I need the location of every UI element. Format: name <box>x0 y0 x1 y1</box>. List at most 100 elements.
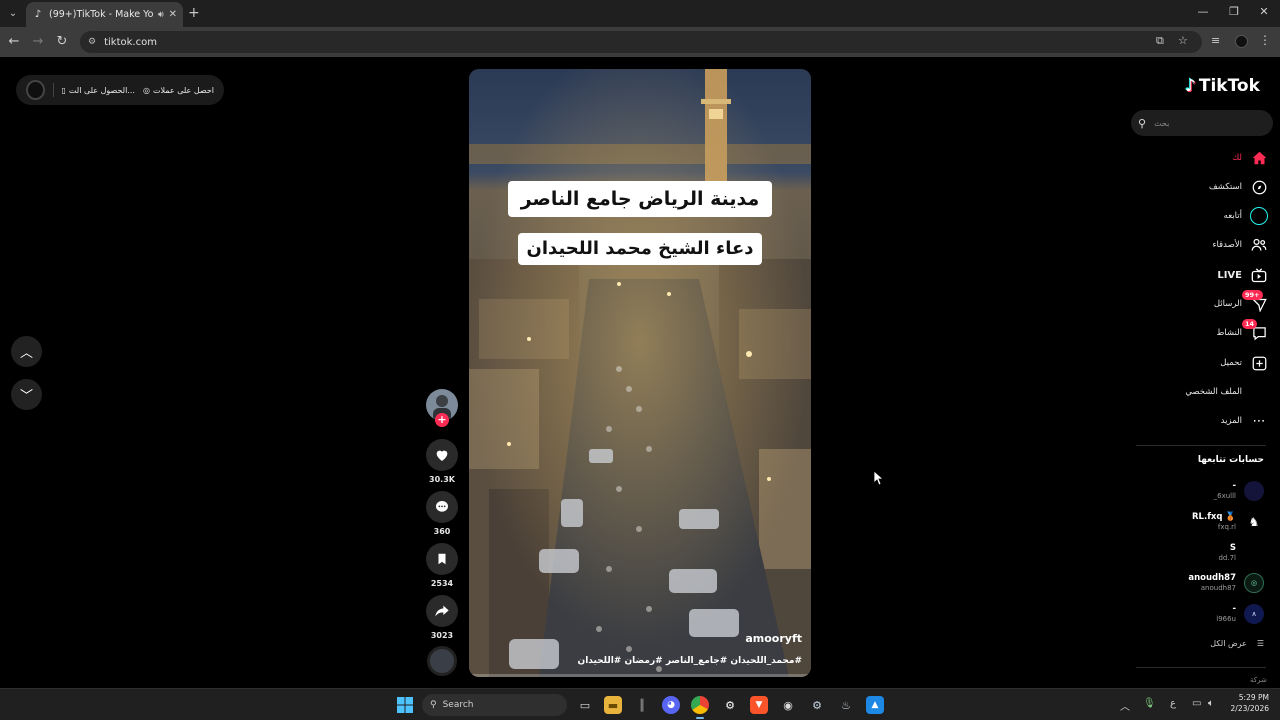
nav-for-you[interactable]: لك <box>1136 146 1268 170</box>
nav-friends[interactable]: الأصدقاء <box>1136 233 1268 257</box>
sidebar-divider <box>1136 667 1266 668</box>
nav-live[interactable]: LIVE <box>1136 263 1268 287</box>
video-caption-line1: مدينة الرياض جامع الناصر <box>508 181 772 217</box>
video-frame-image <box>469 69 811 677</box>
nav-label: تحميل <box>1220 358 1242 368</box>
audio-playing-icon[interactable]: 🔊︎ <box>158 10 164 20</box>
account-name: RL.fxq 🥉 <box>1192 512 1236 523</box>
url-field[interactable]: ⚙ tiktok.com <box>80 31 1202 53</box>
nav-profile[interactable]: الملف الشخصي <box>1136 380 1268 404</box>
music-disc-icon[interactable] <box>427 646 457 676</box>
nav-label: النشاط <box>1216 328 1242 338</box>
chrome-icon[interactable] <box>691 696 709 714</box>
next-video-button[interactable]: ﹀ <box>11 379 42 410</box>
share-count: 3023 <box>430 631 454 640</box>
network-icon[interactable]: ▭ <box>1192 698 1201 709</box>
see-all-link[interactable]: عرض الكل ☰ <box>1136 635 1264 651</box>
media-control-icon[interactable]: ≡ <box>1211 34 1220 47</box>
tiktok-logo[interactable]: ♪ TikTok <box>1185 76 1260 96</box>
user-ring-icon[interactable] <box>26 80 45 100</box>
home-icon <box>1250 149 1268 167</box>
save-button[interactable] <box>426 543 458 575</box>
nav-explore[interactable]: استكشف <box>1136 175 1268 199</box>
video-player[interactable]: مدينة الرياض جامع الناصر دعاء الشيخ محمد… <box>469 69 811 677</box>
tab-search-icon[interactable]: ⌄ <box>4 4 22 22</box>
taskbar-search-label: Search <box>442 700 474 710</box>
get-app-label: الحصول على الت... <box>68 85 135 95</box>
video-progress-bar[interactable] <box>469 674 811 677</box>
coin-icon: ◎ <box>142 85 150 95</box>
account-name: - <box>1232 604 1236 615</box>
brave-icon[interactable]: ▼ <box>750 696 768 714</box>
address-bar-row: ← → ↻ ⚙ tiktok.com ⧉ ☆ ≡ <box>0 27 1280 57</box>
input-language[interactable]: ع <box>1170 698 1176 709</box>
nav-messages[interactable]: الرسائل 99+ <box>1136 290 1268 316</box>
coins-promo-pill: ▯ الحصول على الت... ◎ احصل على عملات <box>16 75 224 105</box>
photos-icon[interactable]: ▲ <box>866 696 884 714</box>
close-tab-icon[interactable]: ✕ <box>169 9 177 20</box>
site-info-icon[interactable]: ⚙ <box>88 37 96 47</box>
reload-icon[interactable]: ↻ <box>54 34 70 49</box>
microphone-icon[interactable]: 🎙︎ <box>1143 698 1156 709</box>
nav-upload[interactable]: تحميل <box>1136 351 1268 375</box>
following-account[interactable]: - _6xulll <box>1136 477 1264 505</box>
comment-count: 360 <box>433 527 451 536</box>
windows-start-icon[interactable] <box>396 696 414 714</box>
settings-icon[interactable]: ⚙ <box>808 696 826 714</box>
following-account[interactable]: RL.fxq 🥉 fxq.rl ♞ <box>1136 508 1264 536</box>
nav-following[interactable]: أتابعه <box>1136 204 1268 228</box>
tiktok-favicon-icon: ♪ <box>34 9 42 20</box>
back-icon[interactable]: ← <box>6 34 22 49</box>
video-caption-line2: دعاء الشيخ محمد اللحيدان <box>518 233 762 265</box>
follow-plus-button[interactable]: + <box>435 413 449 427</box>
task-view-icon[interactable]: ▭ <box>576 696 594 714</box>
following-account[interactable]: anoudh87 anoudh87 ◎ <box>1136 569 1264 597</box>
settings-gear-icon[interactable]: ⚙ <box>721 696 739 714</box>
nav-activity[interactable]: النشاط 14 <box>1136 319 1268 345</box>
activity-badge: 14 <box>1242 319 1258 329</box>
bookmark-star-icon[interactable]: ☆ <box>1178 34 1188 47</box>
get-app-link[interactable]: ▯ الحصول على الت... <box>62 86 135 95</box>
see-all-label: عرض الكل <box>1210 638 1247 648</box>
forward-icon[interactable]: → <box>30 34 46 49</box>
file-explorer-icon[interactable]: ▬ <box>604 696 622 714</box>
nav-more[interactable]: المزيد ⋯ <box>1136 409 1268 433</box>
more-icon: ⋯ <box>1252 413 1266 429</box>
taskbar-clock[interactable]: 5:29 PM 2/23/2026 <box>1227 693 1269 714</box>
save-count: 2534 <box>430 579 454 588</box>
browser-menu-icon[interactable]: ⋮ <box>1259 33 1271 47</box>
taskbar-search[interactable]: ⚲ Search <box>422 694 567 716</box>
following-accounts-title: حسابات تتابعها <box>1197 455 1264 465</box>
share-button[interactable] <box>426 595 458 627</box>
comment-icon <box>436 501 448 512</box>
steam-icon[interactable]: ♨ <box>837 696 855 714</box>
discord-icon[interactable]: ◕ <box>662 696 680 714</box>
volume-icon[interactable]: 🔈︎ <box>1208 698 1214 709</box>
search-icon[interactable]: ⚲ <box>1138 117 1146 130</box>
profile-avatar-icon[interactable] <box>1235 35 1248 48</box>
live-icon <box>1250 266 1268 284</box>
comment-button[interactable] <box>426 491 458 523</box>
like-button[interactable] <box>426 439 458 471</box>
tray-overflow-icon[interactable]: ︿ <box>1120 698 1130 713</box>
chevron-up-icon: ︿ <box>19 346 33 361</box>
video-hashtags[interactable]: #محمد_اللحيدان #جامع_الناصر #رمضان #اللح… <box>578 656 802 666</box>
account-avatar: ∧ <box>1244 604 1264 624</box>
install-app-icon[interactable]: ⧉ <box>1156 34 1164 48</box>
app-icon[interactable]: ║ <box>633 696 651 714</box>
nav-label: الملف الشخصي <box>1185 387 1242 397</box>
following-account[interactable]: Sdd.7l <box>1136 539 1264 567</box>
search-input[interactable]: بحث ⚲ <box>1131 110 1273 136</box>
company-link[interactable]: شركة <box>1250 676 1267 684</box>
restore-icon[interactable]: ❐ <box>1224 5 1244 18</box>
app-icon[interactable]: ◉ <box>779 696 797 714</box>
bookmark-icon <box>438 553 446 565</box>
window-close-icon[interactable]: ✕ <box>1254 5 1274 18</box>
get-coins-link[interactable]: ◎ احصل على عملات <box>143 86 214 95</box>
browser-tab[interactable]: ♪ (99+)TikTok - Make Your Da 🔊︎ ✕ <box>26 2 183 27</box>
following-account[interactable]: - l966u ∧ <box>1136 600 1264 628</box>
messages-badge: 99+ <box>1242 290 1263 300</box>
minimize-icon[interactable]: — <box>1193 5 1213 18</box>
new-tab-button[interactable]: + <box>188 5 200 21</box>
previous-video-button[interactable]: ︿ <box>11 336 42 367</box>
